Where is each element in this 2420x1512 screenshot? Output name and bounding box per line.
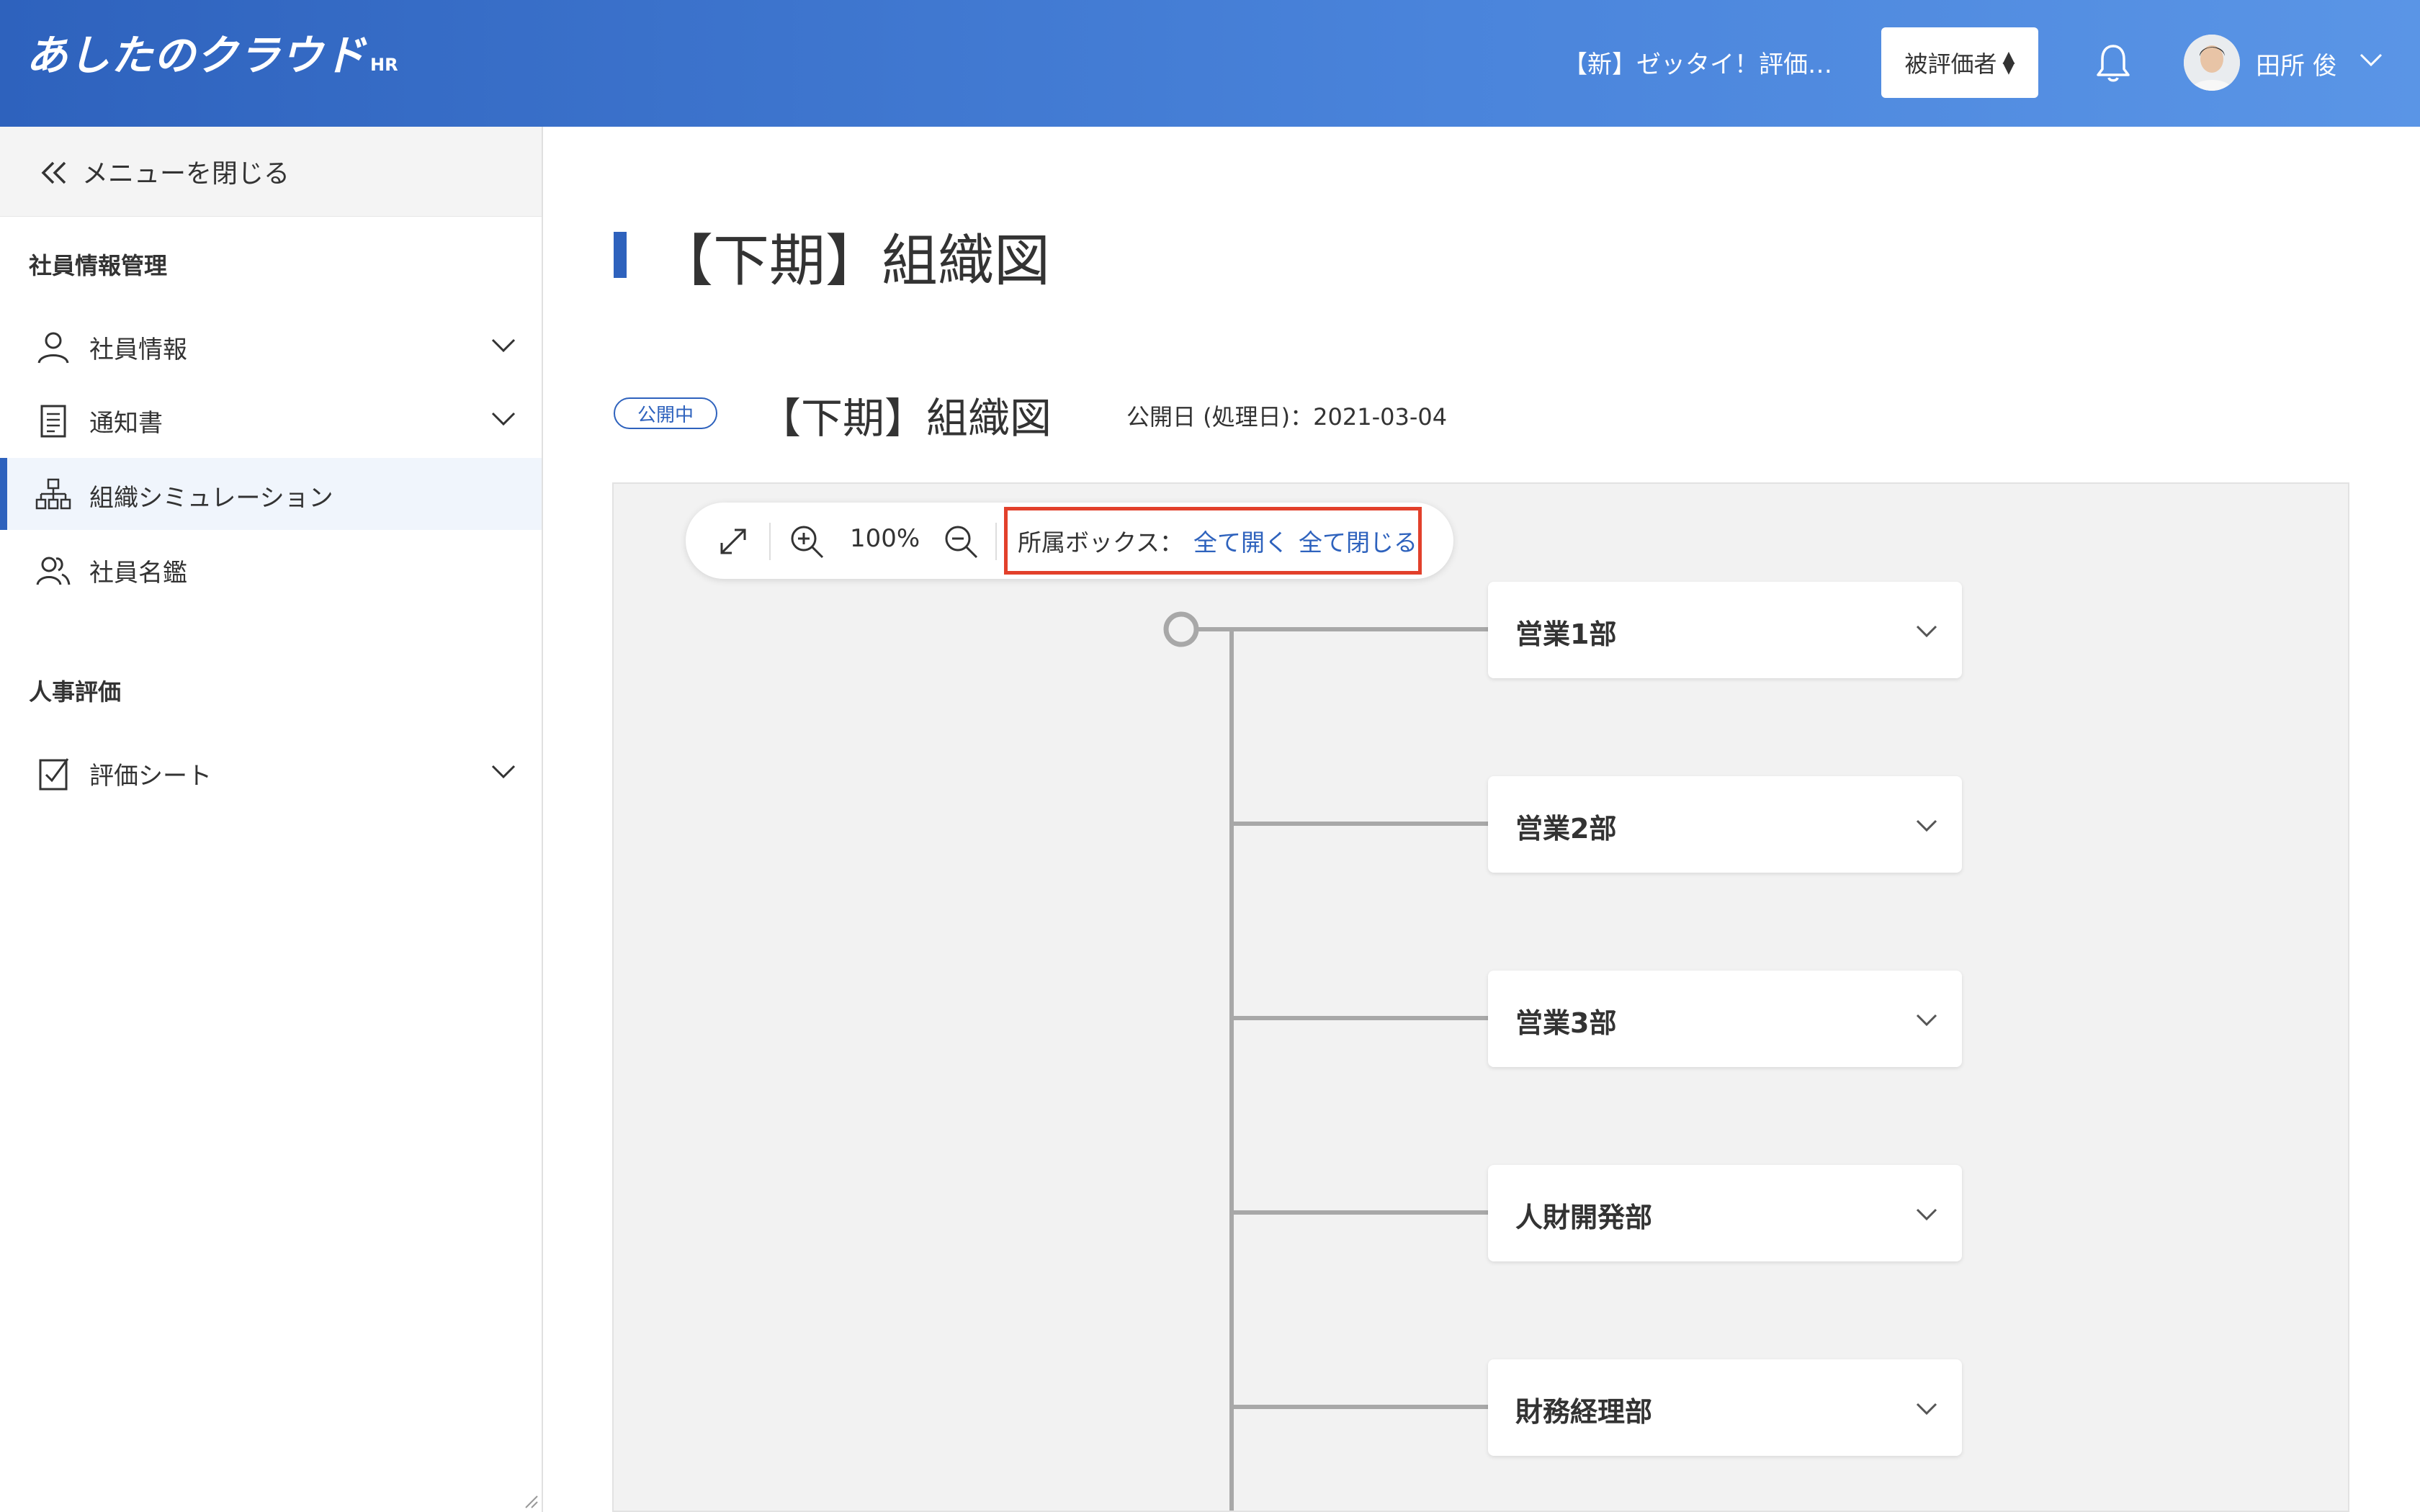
collapse-all-link[interactable]: 全て閉じる [1299,523,1417,558]
department-box[interactable]: 人財開発部 [1488,1165,1962,1261]
chevron-down-icon[interactable] [1914,1011,1939,1030]
org-tree-connectors [1163,611,1489,1511]
toolbar-divider [995,523,997,560]
department-box[interactable]: 営業2部 [1488,776,1962,873]
department-name: 人財開発部 [1515,1202,1653,1233]
expand-all-link[interactable]: 全て開く [1193,523,1289,558]
double-chevron-left-icon [41,161,66,184]
department-box[interactable]: 財務経理部 [1488,1359,1962,1456]
page-title: 【下期】組織図 [657,229,1051,294]
sidebar: メニューを閉じる 社員情報管理 社員情報 通知書 組織シミュレーション 社員名鑑… [0,127,543,1512]
bell-icon[interactable] [2093,42,2133,85]
status-badge: 公開中 [614,397,717,429]
person-icon [37,332,69,364]
root-node-icon [1163,611,1199,647]
chevron-down-icon[interactable] [1914,1205,1939,1224]
chart-toolbar: 100% 所属ボックス： 全て開く 全て閉じる [686,503,1453,579]
publish-date: 公開日 (処理日)：2021-03-04 [1126,403,1448,431]
user-avatar[interactable] [2184,35,2240,91]
sidebar-item-label: 社員情報 [89,336,187,364]
chevron-down-icon[interactable] [1914,1400,1939,1418]
chevron-down-icon [491,412,516,426]
department-box[interactable]: 営業1部 [1488,582,1962,678]
chevron-down-icon [491,765,516,779]
chevron-down-icon[interactable] [1914,816,1939,835]
user-name[interactable]: 田所 俊 [2256,46,2337,81]
sidebar-item-label: 組織シミュレーション [89,484,333,513]
affiliation-box-controls: 所属ボックス： 全て開く 全て閉じる [1004,507,1422,575]
checkbox-icon [39,758,69,791]
zoom-in-icon[interactable] [788,523,825,560]
sidebar-item-employee-directory[interactable]: 社員名鑑 [0,533,542,605]
section-title-hr-evaluation: 人事評価 [29,678,122,706]
chevron-down-icon[interactable] [2357,49,2385,71]
current-evaluation-link[interactable]: 【新】ゼッタイ！評価… [1563,45,1832,80]
sidebar-item-label: 通知書 [89,409,163,438]
department-name: 営業3部 [1515,1007,1617,1039]
zoom-out-icon[interactable] [942,523,980,560]
chevron-down-icon [491,338,516,353]
fullscreen-icon[interactable] [714,523,752,560]
sidebar-item-label: 評価シート [89,762,212,791]
sidebar-item-org-simulation[interactable]: 組織シミュレーション [0,458,542,530]
title-accent-bar [614,232,627,278]
people-icon [36,557,71,585]
department-name: 営業2部 [1515,813,1617,845]
role-selector[interactable]: 被評価者 ▲ ▼ [1881,27,2038,98]
toolbar-divider [769,523,771,560]
org-chart-canvas[interactable]: 100% 所属ボックス： 全て開く 全て閉じる 営業1部 営業2部 営業3部 人… [612,482,2349,1512]
org-chart-title: 【下期】組織図 [759,394,1052,443]
chevron-down-icon[interactable] [1914,622,1939,641]
close-menu-button[interactable]: メニューを閉じる [0,127,542,217]
sidebar-item-notice[interactable]: 通知書 [0,383,542,455]
affiliation-box-label: 所属ボックス： [1018,528,1184,557]
app-logo[interactable]: あしたのクラウド HR [26,35,398,76]
logo-main-text: あしたのクラウド [26,31,367,80]
resize-grip-icon[interactable] [523,1493,539,1509]
zoom-level: 100% [850,524,920,553]
department-name: 財務経理部 [1515,1396,1653,1428]
sidebar-item-label: 社員名鑑 [89,559,187,588]
section-title-employee-info: 社員情報管理 [29,252,168,279]
select-arrows-icon: ▲ ▼ [2002,48,2015,77]
document-icon [40,405,66,438]
role-selector-value: 被評価者 [1904,50,1997,78]
logo-sub-text: HR [370,55,398,75]
app-header: あしたのクラウド HR 【新】ゼッタイ！評価… 被評価者 ▲ ▼ 田所 俊 [0,0,2420,127]
sidebar-item-evaluation-sheet[interactable]: 評価シート [0,736,542,808]
close-menu-label: メニューを閉じる [82,159,290,189]
sidebar-item-employee-info[interactable]: 社員情報 [0,310,542,382]
department-box[interactable]: 営業3部 [1488,971,1962,1067]
department-name: 営業1部 [1515,618,1617,650]
org-chart-icon [35,478,71,510]
